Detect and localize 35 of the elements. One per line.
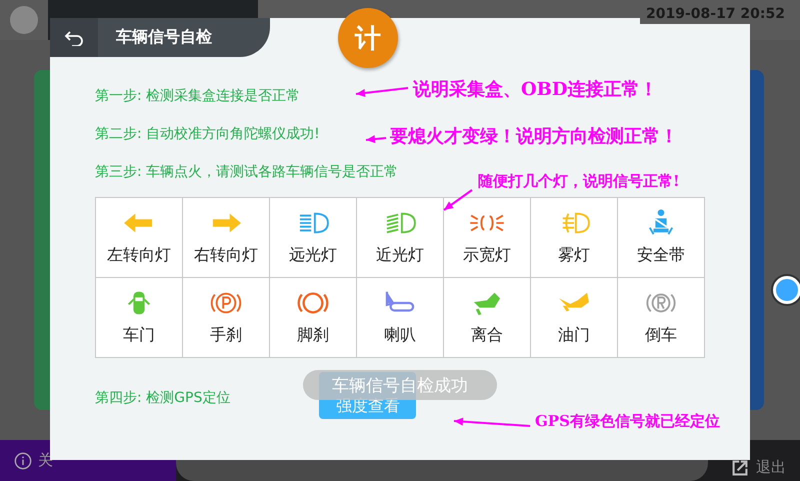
signal-label: 倒车 <box>645 325 677 346</box>
step-text: 第一步: 检测采集盒连接是否正常 <box>95 87 300 105</box>
back-icon <box>64 30 84 46</box>
signal-label: 安全带 <box>637 245 685 266</box>
annotation-arrow <box>356 87 408 97</box>
annotation-text: 说明采集盒、OBD连接正常！ <box>413 78 658 101</box>
step-text: 第二步: 自动校准方向角陀螺仪成功! <box>95 125 320 143</box>
signal-label: 喇叭 <box>384 325 416 346</box>
badge: 计 <box>338 8 398 68</box>
signal-label: 远光灯 <box>289 245 337 266</box>
back-button[interactable] <box>50 18 98 57</box>
toast: 车辆信号自检成功 <box>303 370 497 400</box>
exit-icon <box>732 460 748 476</box>
signal-label: 右转向灯 <box>194 245 258 266</box>
signal-label: 脚刹 <box>297 325 329 346</box>
exit-button[interactable]: 退出 <box>708 444 800 477</box>
floating-button[interactable] <box>773 276 800 304</box>
signal-label: 示宽灯 <box>463 245 511 266</box>
logo-icon <box>10 6 38 34</box>
annotation-text: 要熄火才变绿！说明方向检测正常！ <box>390 125 678 148</box>
annotation-text: GPS有绿色信号就已经定位 <box>535 412 720 431</box>
signal-label: 离合 <box>471 325 503 346</box>
signal-label: 左转向灯 <box>107 245 171 266</box>
signal-label: 手刹 <box>210 325 242 346</box>
signal-label: 雾灯 <box>558 245 590 266</box>
signal-label: 油门 <box>558 325 590 346</box>
annotation-arrow <box>366 135 386 144</box>
signal-label: 近光灯 <box>376 245 424 266</box>
dialog-title: 车辆信号自检 <box>116 27 212 48</box>
step-text: 第四步: 检测GPS定位 <box>95 389 230 407</box>
annotation-arrow <box>443 189 473 211</box>
signal-label: 车门 <box>123 325 155 346</box>
step-text: 第三步: 车辆点火，请测试各路车辆信号是否正常 <box>95 163 398 181</box>
info-icon <box>14 452 32 470</box>
annotation-text: 随便打几个灯，说明信号正常! <box>478 172 680 191</box>
